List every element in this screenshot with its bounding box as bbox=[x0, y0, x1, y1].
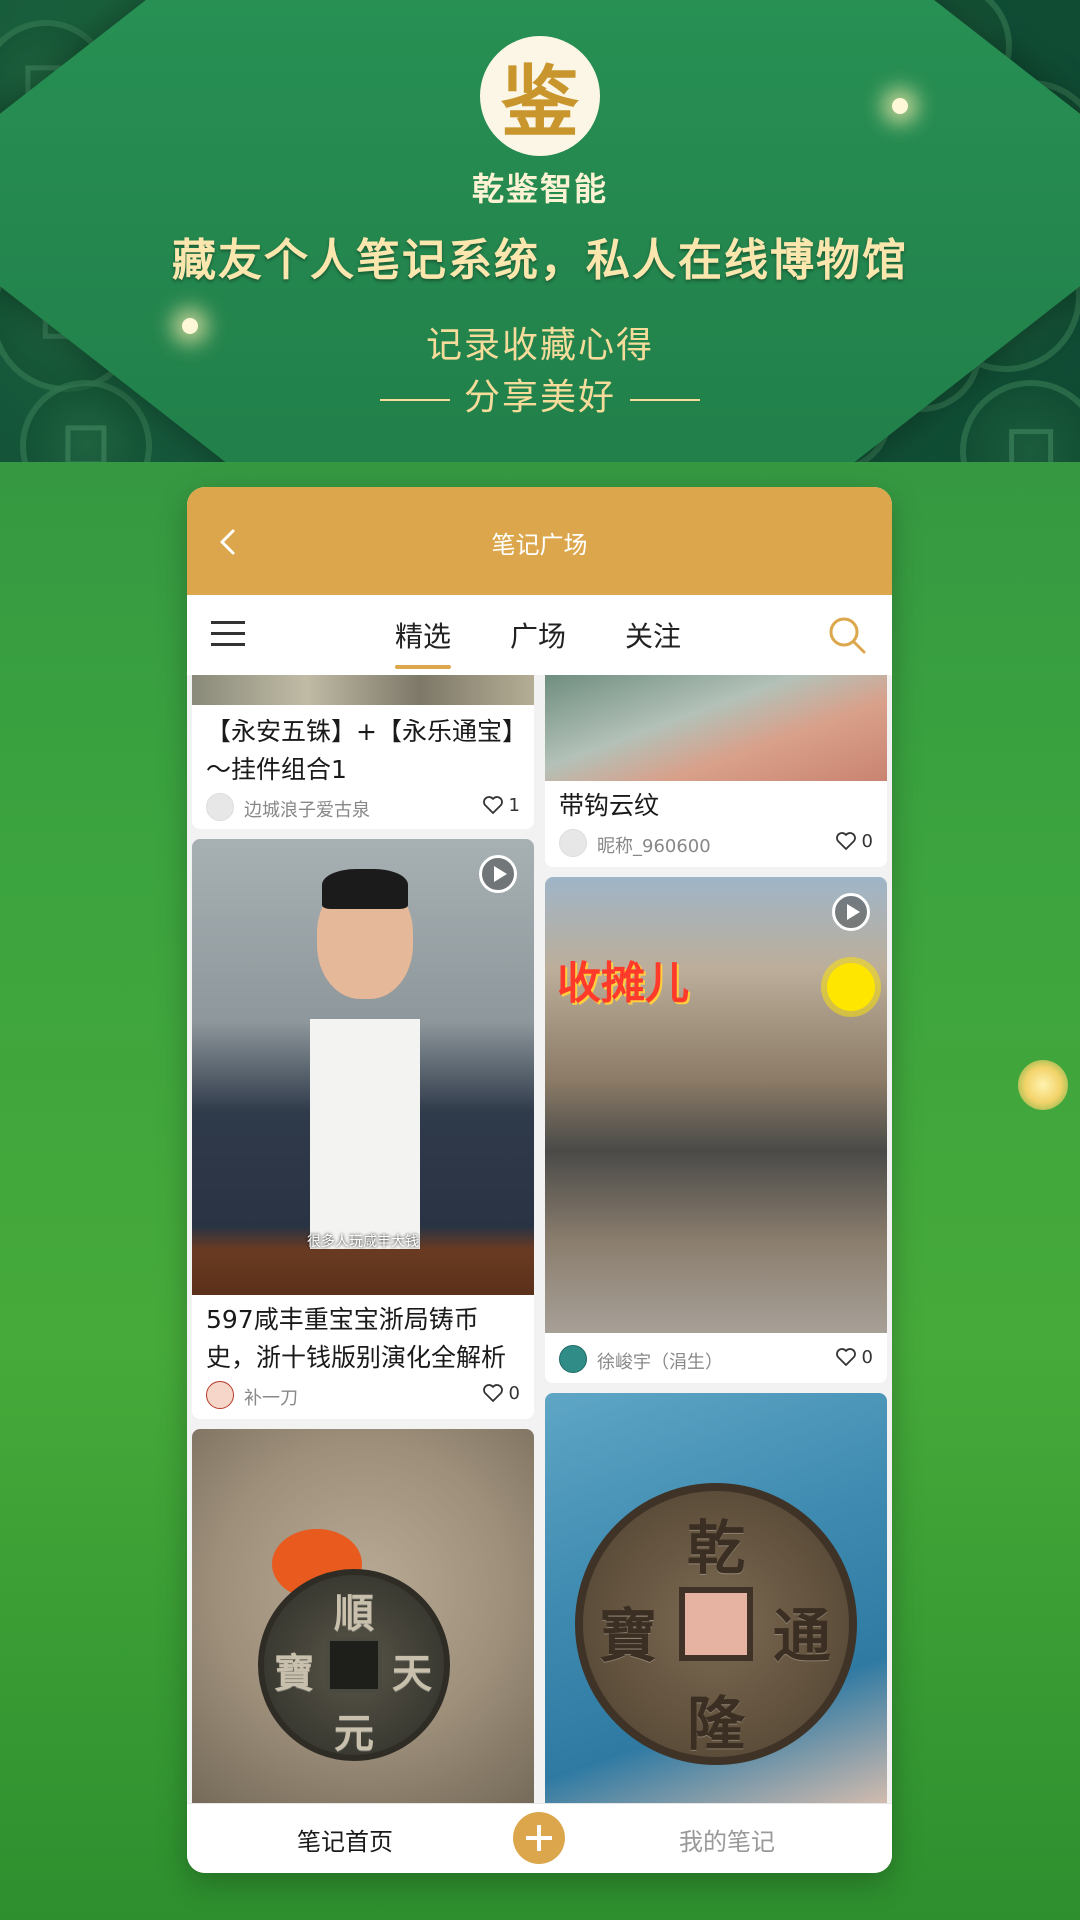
coin-image: 順 天 元 寶 bbox=[258, 1569, 450, 1761]
author-name: 补一刀 bbox=[244, 1388, 298, 1409]
banner-subtitle-1: 记录收藏心得 bbox=[425, 325, 654, 366]
presenter-shirt bbox=[310, 1019, 420, 1249]
note-card[interactable]: 乾 通 隆 寶 bbox=[545, 1393, 887, 1803]
note-meta: 补一刀 0 bbox=[206, 1381, 520, 1409]
heart-icon bbox=[482, 1384, 503, 1402]
like-count[interactable]: 0 bbox=[835, 831, 873, 852]
note-title: 597咸丰重宝宝浙局铸币史，浙十钱版别演化全解析 bbox=[206, 1305, 507, 1372]
coin-hole bbox=[326, 1637, 382, 1693]
starburst-decoration bbox=[827, 963, 875, 1011]
coin-image: 乾 通 隆 寶 bbox=[575, 1483, 857, 1765]
note-card[interactable]: 收摊儿 徐峻宇（涓生） 0 bbox=[545, 877, 887, 1383]
app-bar: 笔记广场 bbox=[187, 487, 892, 595]
coin-hole bbox=[679, 1587, 753, 1661]
coin-char: 元 bbox=[334, 1710, 374, 1757]
note-card[interactable]: 【永安五铢】+【永乐通宝】～挂件组合1 边城浪子爱古泉 1 bbox=[192, 675, 534, 829]
play-icon[interactable] bbox=[479, 855, 517, 893]
sparkle-decoration bbox=[892, 98, 908, 114]
note-meta: 徐峻宇（涓生） 0 bbox=[559, 1345, 873, 1373]
tab-square[interactable]: 广场 bbox=[510, 615, 566, 655]
notes-feed[interactable]: 【永安五铢】+【永乐通宝】～挂件组合1 边城浪子爱古泉 1 带钩云纹 昵称_96… bbox=[187, 675, 892, 1803]
like-count[interactable]: 0 bbox=[482, 1383, 520, 1404]
author-name: 昵称_960600 bbox=[597, 836, 711, 857]
tab-bar: 精选 广场 关注 bbox=[187, 595, 892, 675]
coin-char: 順 bbox=[334, 1590, 374, 1637]
page: 鉴 乾鉴智能 藏友个人笔记系统，私人在线博物馆 记录收藏心得 分享美好 笔记广场… bbox=[0, 0, 1080, 1920]
avatar bbox=[559, 829, 587, 857]
author-name: 徐峻宇（涓生） bbox=[597, 1352, 723, 1373]
coin-char: 寶 bbox=[599, 1602, 658, 1670]
phone-mockup: 笔记广场 精选 广场 关注 【永安五铢】+【永乐通宝】～挂件组合1 边城浪子爱古… bbox=[187, 487, 892, 1873]
heart-icon bbox=[835, 1348, 856, 1366]
heart-icon bbox=[482, 796, 503, 814]
note-thumbnail bbox=[192, 675, 534, 705]
hamburger-menu-icon[interactable] bbox=[211, 619, 245, 649]
video-caption: 收摊儿 bbox=[557, 958, 689, 1009]
coin-char: 天 bbox=[392, 1650, 432, 1697]
bokeh-decoration bbox=[1018, 1060, 1068, 1110]
author-name: 边城浪子爱古泉 bbox=[244, 800, 370, 821]
note-card[interactable]: 带钩云纹 昵称_960600 0 bbox=[545, 675, 887, 867]
bottom-nav: 笔记首页 我的笔记 bbox=[187, 1803, 892, 1873]
note-thumbnail: 很多人玩咸丰大钱 bbox=[192, 839, 534, 1295]
banner-subtitle-2: 分享美好 bbox=[0, 368, 1080, 420]
note-thumbnail: 順 天 元 寶 bbox=[192, 1429, 534, 1803]
banner-headline: 藏友个人笔记系统，私人在线博物馆 bbox=[172, 235, 908, 286]
avatar bbox=[559, 1345, 587, 1373]
video-caption: 很多人玩咸丰大钱 bbox=[307, 1234, 419, 1250]
play-icon[interactable] bbox=[832, 893, 870, 931]
note-card[interactable]: 很多人玩咸丰大钱 597咸丰重宝宝浙局铸币史，浙十钱版别演化全解析 补一刀 0 bbox=[192, 839, 534, 1419]
brand-logo: 鉴 bbox=[480, 36, 600, 156]
note-thumbnail: 收摊儿 bbox=[545, 877, 887, 1333]
note-title: 【永安五铢】+【永乐通宝】～挂件组合1 bbox=[206, 717, 515, 784]
heart-icon bbox=[835, 832, 856, 850]
tab-following[interactable]: 关注 bbox=[625, 615, 681, 655]
presenter-hair bbox=[322, 869, 408, 909]
note-meta: 昵称_960600 0 bbox=[559, 829, 873, 857]
plus-icon[interactable] bbox=[513, 1812, 565, 1864]
like-count[interactable]: 1 bbox=[482, 795, 520, 816]
nav-notes-home[interactable]: 笔记首页 bbox=[297, 1822, 393, 1857]
note-meta: 边城浪子爱古泉 1 bbox=[206, 793, 520, 821]
coin-char: 乾 bbox=[687, 1514, 746, 1582]
avatar bbox=[206, 793, 234, 821]
search-icon[interactable] bbox=[827, 615, 867, 655]
coin-char: 通 bbox=[773, 1602, 832, 1670]
note-title: 带钩云纹 bbox=[559, 791, 660, 820]
promo-banner: 鉴 乾鉴智能 藏友个人笔记系统，私人在线博物馆 记录收藏心得 分享美好 bbox=[0, 0, 1080, 462]
note-card[interactable]: 順 天 元 寶 bbox=[192, 1429, 534, 1803]
note-thumbnail bbox=[545, 675, 887, 781]
note-thumbnail: 乾 通 隆 寶 bbox=[545, 1393, 887, 1803]
like-count[interactable]: 0 bbox=[835, 1347, 873, 1368]
coin-char: 隆 bbox=[687, 1690, 746, 1758]
page-title: 笔记广场 bbox=[491, 531, 588, 559]
avatar bbox=[206, 1381, 234, 1409]
nav-my-notes[interactable]: 我的笔记 bbox=[679, 1822, 775, 1857]
coin-char: 寶 bbox=[274, 1650, 314, 1697]
brand-name: 乾鉴智能 bbox=[471, 170, 608, 208]
tab-featured[interactable]: 精选 bbox=[395, 615, 452, 669]
